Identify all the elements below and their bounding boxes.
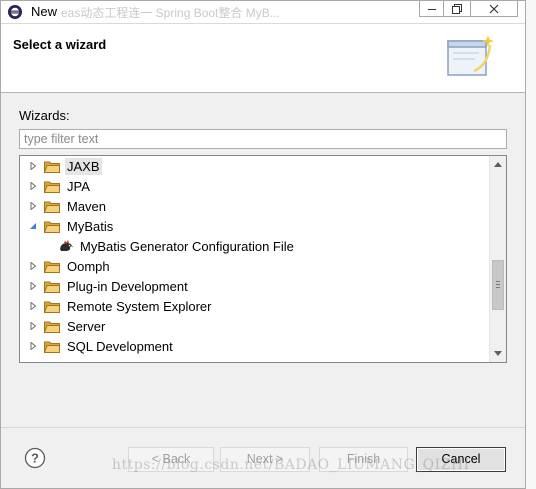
tree-item-jpa[interactable]: JPA — [28, 176, 92, 196]
wizard-tree[interactable]: JAXB JPA Maven MyBatis MyBatis Generator… — [19, 155, 507, 363]
filter-input[interactable] — [19, 129, 507, 149]
collapsed-arrow-icon[interactable] — [28, 281, 38, 291]
tree-item-label: Maven — [67, 198, 107, 214]
tree-item-oomph[interactable]: Oomph — [28, 256, 112, 276]
collapsed-arrow-icon[interactable] — [28, 321, 38, 331]
scroll-down-icon[interactable] — [494, 351, 502, 356]
mybatis-bird-icon — [60, 240, 74, 251]
scrollbar-thumb[interactable] — [492, 260, 504, 310]
help-icon[interactable]: ? — [24, 447, 46, 469]
restore-icon — [452, 3, 462, 14]
folder-icon — [44, 341, 60, 353]
wizard-header: Select a wizard — [1, 23, 525, 93]
folder-icon — [44, 321, 60, 333]
new-wizard-banner-icon — [447, 35, 494, 76]
minimize-icon — [427, 8, 436, 10]
expanded-arrow-icon[interactable] — [28, 221, 38, 231]
title-bar: New eas动态工程连一 Spring Boot整合 MyB... — [1, 1, 525, 23]
collapsed-arrow-icon[interactable] — [28, 301, 38, 311]
window-title: New — [31, 4, 58, 19]
collapsed-arrow-icon[interactable] — [28, 341, 38, 351]
scroll-up-icon[interactable] — [494, 162, 502, 167]
tree-item-remote-system-explorer[interactable]: Remote System Explorer — [28, 296, 214, 316]
tree-item-label: JAXB — [65, 157, 102, 175]
collapsed-arrow-icon[interactable] — [28, 201, 38, 211]
back-button[interactable]: < Back — [128, 447, 214, 472]
folder-icon — [44, 161, 60, 173]
svg-text:?: ? — [31, 451, 39, 466]
new-wizard-dialog: New eas动态工程连一 Spring Boot整合 MyB... Selec… — [0, 0, 526, 489]
background-strip — [526, 0, 536, 489]
page-title: Select a wizard — [13, 37, 107, 52]
folder-icon — [44, 261, 60, 273]
background-window-ghost-title: eas动态工程连一 Spring Boot整合 MyB... — [61, 6, 280, 20]
tree-item-label: Oomph — [67, 258, 110, 274]
collapsed-arrow-icon[interactable] — [28, 161, 38, 171]
footer-divider — [1, 427, 525, 428]
tree-item-jaxb[interactable]: JAXB — [28, 156, 102, 176]
close-icon — [489, 4, 499, 13]
maximize-button[interactable] — [444, 1, 471, 17]
folder-icon — [44, 301, 60, 313]
tree-item-label: Plug-in Development — [67, 278, 188, 294]
eclipse-app-icon — [8, 5, 22, 19]
tree-item-label: Remote System Explorer — [67, 298, 212, 314]
tree-item-server[interactable]: Server — [28, 316, 107, 336]
folder-icon — [44, 281, 60, 293]
tree-item-label: JPA — [67, 178, 90, 194]
folder-icon — [44, 201, 60, 213]
finish-button[interactable]: Finish — [319, 447, 408, 472]
tree-item-sql-development[interactable]: SQL Development — [28, 336, 175, 356]
tree-item-label: MyBatis — [67, 218, 114, 234]
folder-icon — [44, 221, 60, 233]
tree-item-plugin-development[interactable]: Plug-in Development — [28, 276, 190, 296]
tree-item-label: SQL Development — [67, 338, 173, 354]
collapsed-arrow-icon[interactable] — [28, 261, 38, 271]
tree-scrollbar[interactable] — [489, 156, 506, 362]
wizards-label: Wizards: — [19, 108, 70, 123]
collapsed-arrow-icon[interactable] — [28, 181, 38, 191]
close-button[interactable] — [471, 1, 518, 17]
cancel-button[interactable]: Cancel — [416, 447, 506, 472]
folder-icon — [44, 181, 60, 193]
tree-item-label: Server — [67, 318, 106, 334]
minimize-button[interactable] — [419, 1, 444, 17]
tree-item-mybatis[interactable]: MyBatis — [28, 216, 115, 236]
tree-item-mybatis-generator-config[interactable]: MyBatis Generator Configuration File — [58, 236, 296, 256]
next-button[interactable]: Next > — [220, 447, 310, 472]
tree-item-label: MyBatis Generator Configuration File — [80, 238, 294, 254]
tree-item-maven[interactable]: Maven — [28, 196, 108, 216]
